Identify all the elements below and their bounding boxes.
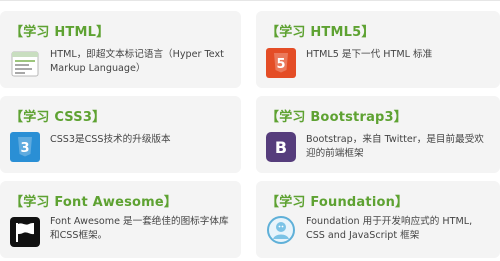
card-description: Bootstrap，来自 Twitter，是目前最受欢迎的前端框架 <box>306 134 484 159</box>
font-awesome-flag-icon <box>10 217 40 247</box>
card-learn-foundation[interactable]: 【学习 Foundation】 Foundation 用于开发响应式的 HTML… <box>256 181 500 258</box>
card-description: CSS3是CSS技术的升级版本 <box>50 134 171 145</box>
card-learn-html5[interactable]: 【学习 HTML5】 5 HTML5 是下一代 HTML 标准 <box>256 11 500 88</box>
card-learn-html[interactable]: 【学习 HTML】 HTML，即超文本标记语言（Hyper Text Marku… <box>0 11 241 88</box>
card-title: 【学习 Foundation】 <box>266 195 409 210</box>
card-learn-bootstrap3[interactable]: 【学习 Bootstrap3】 B Bootstrap，来自 Twitter，是… <box>256 96 500 173</box>
card-description: Font Awesome 是一套绝佳的图标字体库和CSS框架。 <box>50 216 229 241</box>
card-title: 【学习 Bootstrap3】 <box>266 110 407 125</box>
top-divider <box>0 0 500 1</box>
foundation-logo-icon <box>266 215 296 245</box>
css3-icon-label: 3 <box>20 141 29 156</box>
html5-icon-label: 5 <box>276 57 285 72</box>
card-description: Foundation 用于开发响应式的 HTML, CSS and JavaSc… <box>306 216 473 241</box>
html-document-icon <box>10 49 40 79</box>
card-description: HTML5 是下一代 HTML 标准 <box>306 49 433 60</box>
card-title: 【学习 Font Awesome】 <box>10 195 178 210</box>
bootstrap-icon-label: B <box>275 138 287 157</box>
card-description: HTML，即超文本标记语言（Hyper Text Markup Language… <box>50 49 224 74</box>
card-learn-font-awesome[interactable]: 【学习 Font Awesome】 Font Awesome 是一套绝佳的图标字… <box>0 181 241 258</box>
css3-shield-icon: 3 <box>10 132 40 162</box>
card-title: 【学习 CSS3】 <box>10 110 106 125</box>
card-title: 【学习 HTML】 <box>10 25 110 40</box>
html5-shield-icon: 5 <box>266 48 296 78</box>
card-title: 【学习 HTML5】 <box>266 25 375 40</box>
bootstrap-icon: B <box>266 132 296 162</box>
card-learn-css3[interactable]: 【学习 CSS3】 3 CSS3是CSS技术的升级版本 <box>0 96 241 173</box>
